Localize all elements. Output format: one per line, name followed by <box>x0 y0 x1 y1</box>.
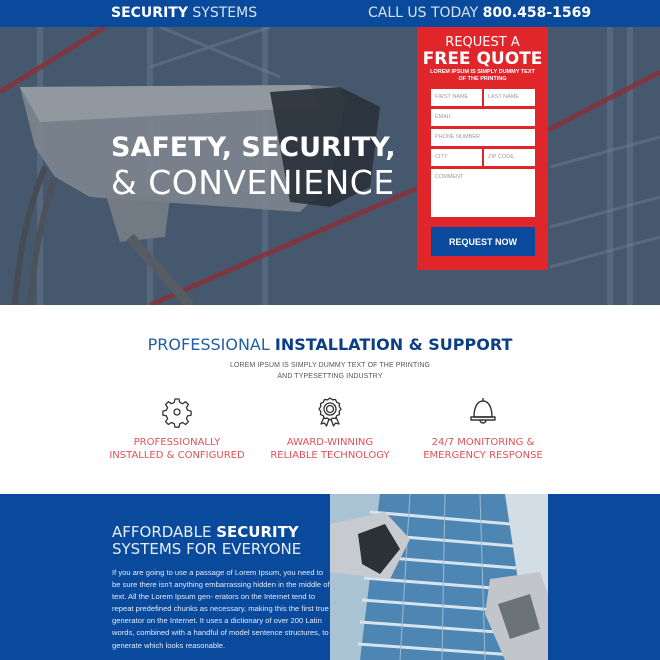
hero-section: SAFETY, SECURITY, & CONVENIENCE <box>0 27 660 305</box>
quote-form: REQUEST A FREE QUOTE LOREM IPSUM IS SIMP… <box>417 27 548 270</box>
affordable-title-line2: SYSTEMS FOR EVERYONE <box>112 540 302 558</box>
zip-code-input[interactable] <box>484 149 535 166</box>
affordable-title: AFFORDABLE SECURITY SYSTEMS FOR EVERYONE <box>112 524 301 558</box>
feature-label-line2: RELIABLE TECHNOLOGY <box>270 450 390 461</box>
feature-item: 24/7 MONITORING & EMERGENCY RESPONSE <box>408 396 558 462</box>
quote-heading-bold: FREE QUOTE <box>422 49 543 69</box>
city-input[interactable] <box>431 149 482 166</box>
brand-bold: SECURITY <box>111 5 188 21</box>
email-input[interactable] <box>431 109 535 126</box>
feature-label-line1: AWARD-WINNING <box>286 437 374 448</box>
gear-icon <box>162 398 192 428</box>
features-title: PROFESSIONAL INSTALLATION & SUPPORT <box>0 335 660 354</box>
cameras-building-image <box>330 494 548 660</box>
call-us: CALL US TODAY 800.458-1569 <box>368 5 591 21</box>
feature-label-line2: EMERGENCY RESPONSE <box>423 450 543 461</box>
brand-logo[interactable]: SECURITY SYSTEMS <box>111 5 257 21</box>
brand-light: SYSTEMS <box>192 5 258 21</box>
features-subtitle-line2: AND TYPESETTING INDUSTRY <box>277 373 383 380</box>
award-ribbon-icon <box>318 397 342 427</box>
feature-item: AWARD-WINNING RELIABLE TECHNOLOGY <box>255 396 405 462</box>
features-subtitle: LOREM IPSUM IS SIMPLY DUMMY TEXT OF THE … <box>200 360 460 382</box>
phone-number[interactable]: 800.458-1569 <box>483 5 592 21</box>
affordable-title-light: AFFORDABLE <box>112 523 212 541</box>
affordable-section: AFFORDABLE SECURITY SYSTEMS FOR EVERYONE… <box>0 494 660 660</box>
hero-headline-line1: SAFETY, SECURITY, <box>111 132 396 163</box>
feature-label-line2: INSTALLED & CONFIGURED <box>109 450 245 461</box>
cameras-building-illustration <box>330 494 548 660</box>
call-label: CALL US TODAY <box>368 5 479 21</box>
phone-input[interactable] <box>431 129 535 146</box>
feature-label-line1: PROFESSIONALLY <box>133 437 221 448</box>
hero-headline-line2: & CONVENIENCE <box>111 163 395 202</box>
first-name-input[interactable] <box>431 89 482 106</box>
last-name-input[interactable] <box>484 89 535 106</box>
bell-icon <box>470 398 496 424</box>
features-title-bold: INSTALLATION & SUPPORT <box>274 335 513 354</box>
top-bar: SECURITY SYSTEMS CALL US TODAY 800.458-1… <box>0 0 660 27</box>
feature-label-line1: 24/7 MONITORING & <box>431 437 535 448</box>
features-title-light: PROFESSIONAL <box>147 335 270 354</box>
feature-item: PROFESSIONALLY INSTALLED & CONFIGURED <box>102 396 252 462</box>
quote-subheading: LOREM IPSUM IS SIMPLY DUMMY TEXT OF THE … <box>430 69 535 82</box>
request-now-button[interactable]: REQUEST NOW <box>431 227 535 256</box>
features-subtitle-line1: LOREM IPSUM IS SIMPLY DUMMY TEXT OF THE … <box>229 362 431 369</box>
affordable-body: If you are going to use a passage of Lor… <box>112 568 330 650</box>
affordable-title-bold: SECURITY <box>216 523 299 541</box>
hero-headline: SAFETY, SECURITY, & CONVENIENCE <box>111 132 396 202</box>
quote-heading-light: REQUEST A <box>445 35 520 50</box>
comment-textarea[interactable] <box>431 169 535 217</box>
